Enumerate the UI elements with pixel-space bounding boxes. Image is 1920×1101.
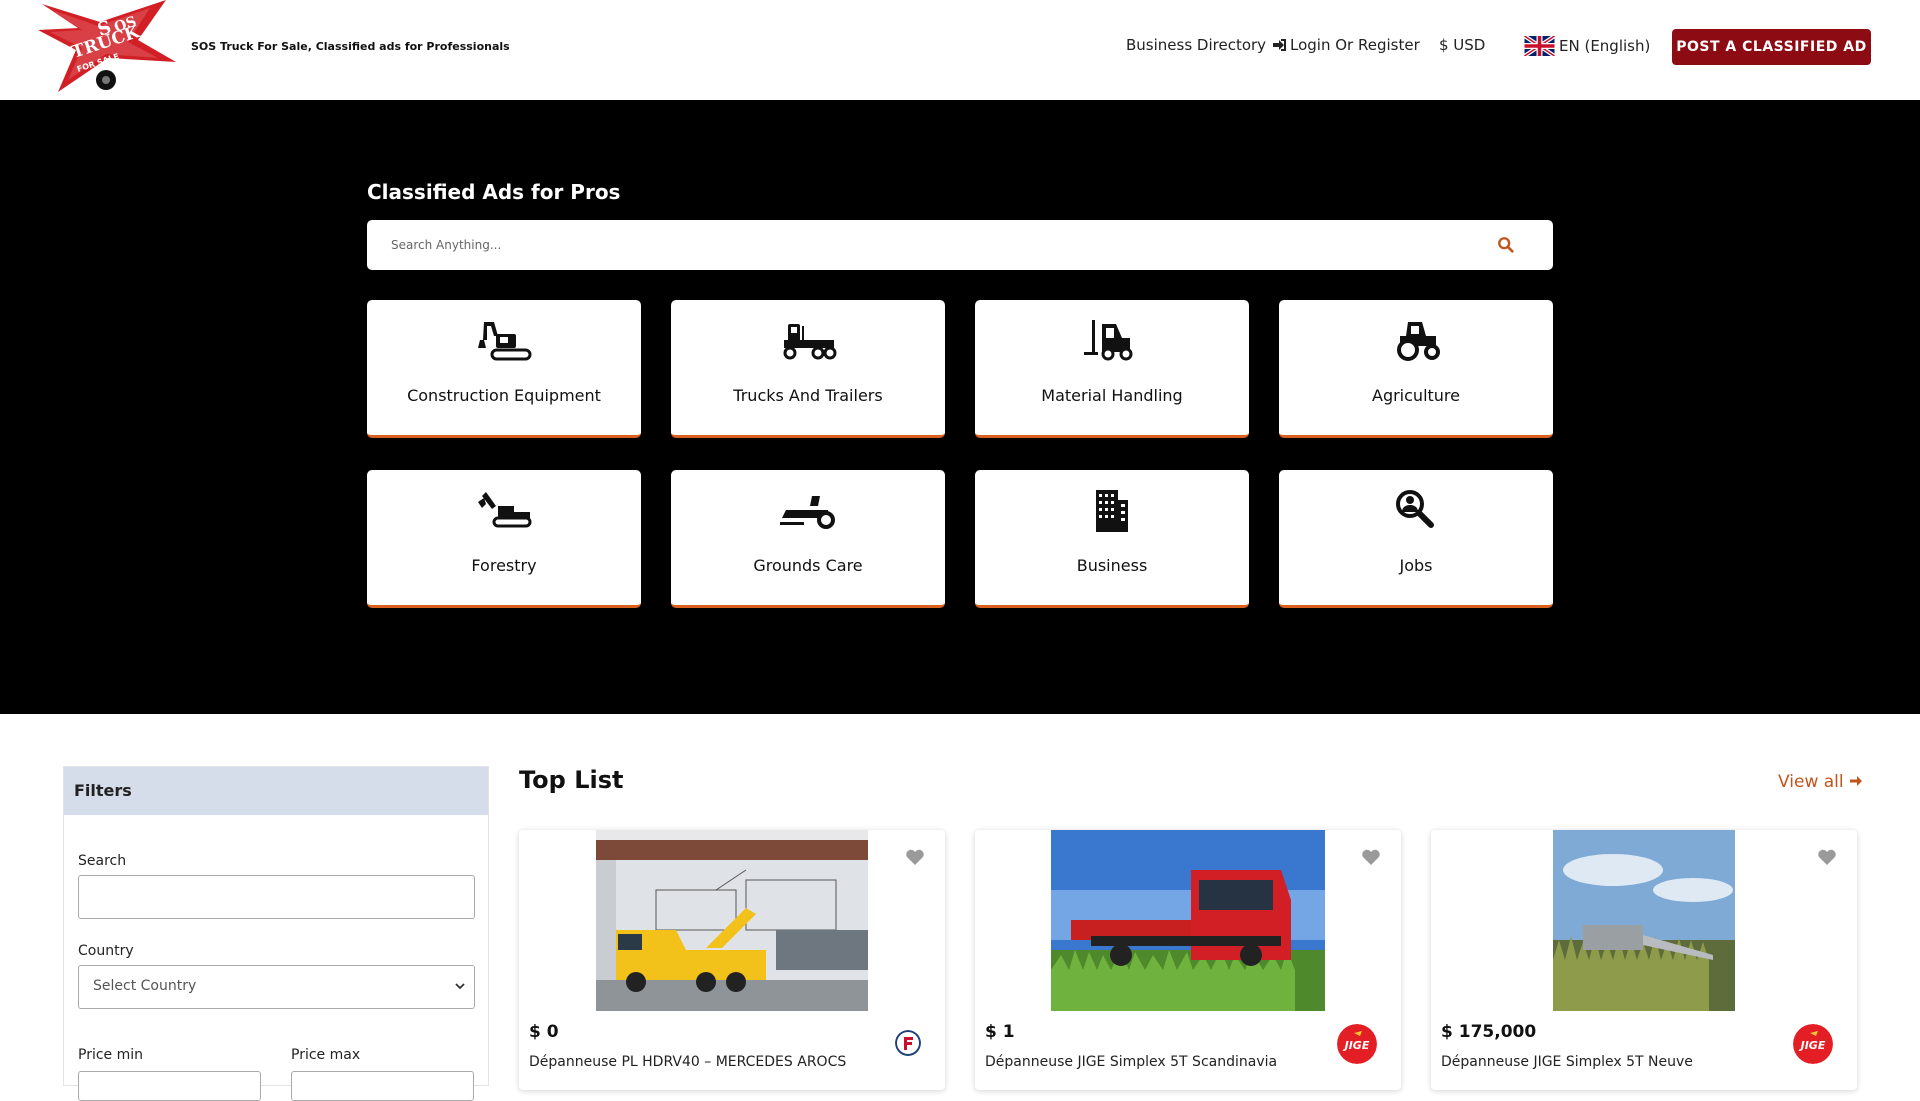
- price-max-label: Price max: [291, 1047, 361, 1063]
- category-jobs[interactable]: Jobs: [1279, 470, 1553, 608]
- sign-in-icon: [1273, 39, 1286, 51]
- forklift-icon: [1084, 320, 1133, 361]
- category-label: Trucks And Trailers: [733, 386, 883, 405]
- chevron-down-icon: [455, 983, 465, 990]
- search-filter-label: Search: [78, 853, 127, 869]
- excavator-icon: [478, 322, 532, 361]
- category-label: Jobs: [1399, 556, 1433, 575]
- top-list-title: Top List: [519, 766, 624, 794]
- login-link[interactable]: Login Or Register: [1273, 36, 1420, 54]
- category-label: Material Handling: [1041, 386, 1183, 405]
- uk-flag-icon: [1524, 36, 1555, 56]
- badge-text: JIGE: [1343, 1039, 1370, 1052]
- listing-title[interactable]: Dépanneuse JIGE Simplex 5T Scandinavia: [985, 1054, 1277, 1070]
- filters-panel: Filters Search Country Select Country Pr…: [63, 766, 489, 1101]
- listing-price: $ 175,000: [1441, 1022, 1537, 1042]
- category-label: Construction Equipment: [407, 386, 601, 405]
- tractor-icon: [1397, 322, 1440, 361]
- job-search-icon: [1396, 490, 1434, 528]
- listing-price: $ 0: [529, 1022, 559, 1042]
- site-logo[interactable]: S OS TRUCK FOR SALE: [38, 0, 178, 94]
- favorite-heart-icon[interactable]: [1817, 848, 1837, 866]
- view-all-link[interactable]: View all: [1778, 772, 1863, 792]
- seller-logo-jige[interactable]: JIGE: [1337, 1024, 1377, 1064]
- favorite-heart-icon[interactable]: [905, 848, 925, 866]
- listing-image[interactable]: [1051, 830, 1325, 1011]
- forestry-machine-icon: [478, 492, 532, 528]
- arrow-right-icon: [1850, 776, 1863, 786]
- price-max-input[interactable]: [291, 1071, 474, 1101]
- hero-title: Classified Ads for Pros: [367, 180, 621, 204]
- category-material-handling[interactable]: Material Handling: [975, 300, 1249, 438]
- listing-card[interactable]: $ 175,000 Dépanneuse JIGE Simplex 5T Neu…: [1431, 830, 1857, 1090]
- search-filter-input[interactable]: [78, 875, 475, 919]
- search-icon[interactable]: [1497, 236, 1515, 254]
- view-all-label: View all: [1778, 772, 1844, 792]
- post-classified-ad-button[interactable]: POST A CLASSIFIED AD: [1672, 29, 1871, 65]
- listing-price: $ 1: [985, 1022, 1015, 1042]
- category-label: Agriculture: [1372, 386, 1460, 405]
- category-grounds-care[interactable]: Grounds Care: [671, 470, 945, 608]
- building-icon: [1096, 490, 1128, 532]
- filters-title: Filters: [64, 767, 488, 815]
- login-label: Login Or Register: [1290, 36, 1420, 54]
- seller-logo[interactable]: [895, 1030, 921, 1056]
- category-label: Business: [1076, 556, 1148, 575]
- category-label: Grounds Care: [753, 556, 863, 575]
- lawn-mower-icon: [780, 496, 835, 529]
- badge-text: JIGE: [1799, 1039, 1826, 1052]
- listing-card[interactable]: $ 1 Dépanneuse JIGE Simplex 5T Scandinav…: [975, 830, 1401, 1090]
- hero-search-bar: [367, 220, 1553, 270]
- listing-image[interactable]: [596, 830, 868, 1011]
- category-agriculture[interactable]: Agriculture: [1279, 300, 1553, 438]
- language-label: EN (English): [1559, 37, 1651, 55]
- hero-section: Classified Ads for Pros Construction Equ…: [0, 100, 1920, 714]
- country-filter-label: Country: [78, 943, 134, 959]
- price-min-label: Price min: [78, 1047, 144, 1063]
- category-construction-equipment[interactable]: Construction Equipment: [367, 300, 641, 438]
- category-label: Forestry: [471, 556, 537, 575]
- listing-image[interactable]: [1553, 830, 1735, 1011]
- listing-card[interactable]: $ 0 Dépanneuse PL HDRV40 – MERCEDES AROC…: [519, 830, 945, 1090]
- truck-trailer-icon: [783, 324, 837, 360]
- hero-search-input[interactable]: [391, 235, 1441, 255]
- category-trucks-and-trailers[interactable]: Trucks And Trailers: [671, 300, 945, 438]
- business-directory-link[interactable]: Business Directory: [1126, 36, 1266, 54]
- price-min-input[interactable]: [78, 1071, 261, 1101]
- listing-title[interactable]: Dépanneuse JIGE Simplex 5T Neuve: [1441, 1054, 1693, 1070]
- listing-title[interactable]: Dépanneuse PL HDRV40 – MERCEDES AROCS: [529, 1054, 846, 1070]
- language-selector[interactable]: EN (English): [1524, 36, 1650, 56]
- site-tagline: SOS Truck For Sale, Classified ads for P…: [191, 40, 510, 53]
- category-business[interactable]: Business: [975, 470, 1249, 608]
- currency-selector[interactable]: $ USD: [1439, 36, 1485, 54]
- category-forestry[interactable]: Forestry: [367, 470, 641, 608]
- country-select-value: Select Country: [93, 978, 197, 994]
- seller-logo-jige[interactable]: JIGE: [1793, 1024, 1833, 1064]
- favorite-heart-icon[interactable]: [1361, 848, 1381, 866]
- site-header: S OS TRUCK FOR SALE SOS Truck For Sale, …: [0, 0, 1920, 100]
- country-select[interactable]: Select Country: [78, 965, 475, 1009]
